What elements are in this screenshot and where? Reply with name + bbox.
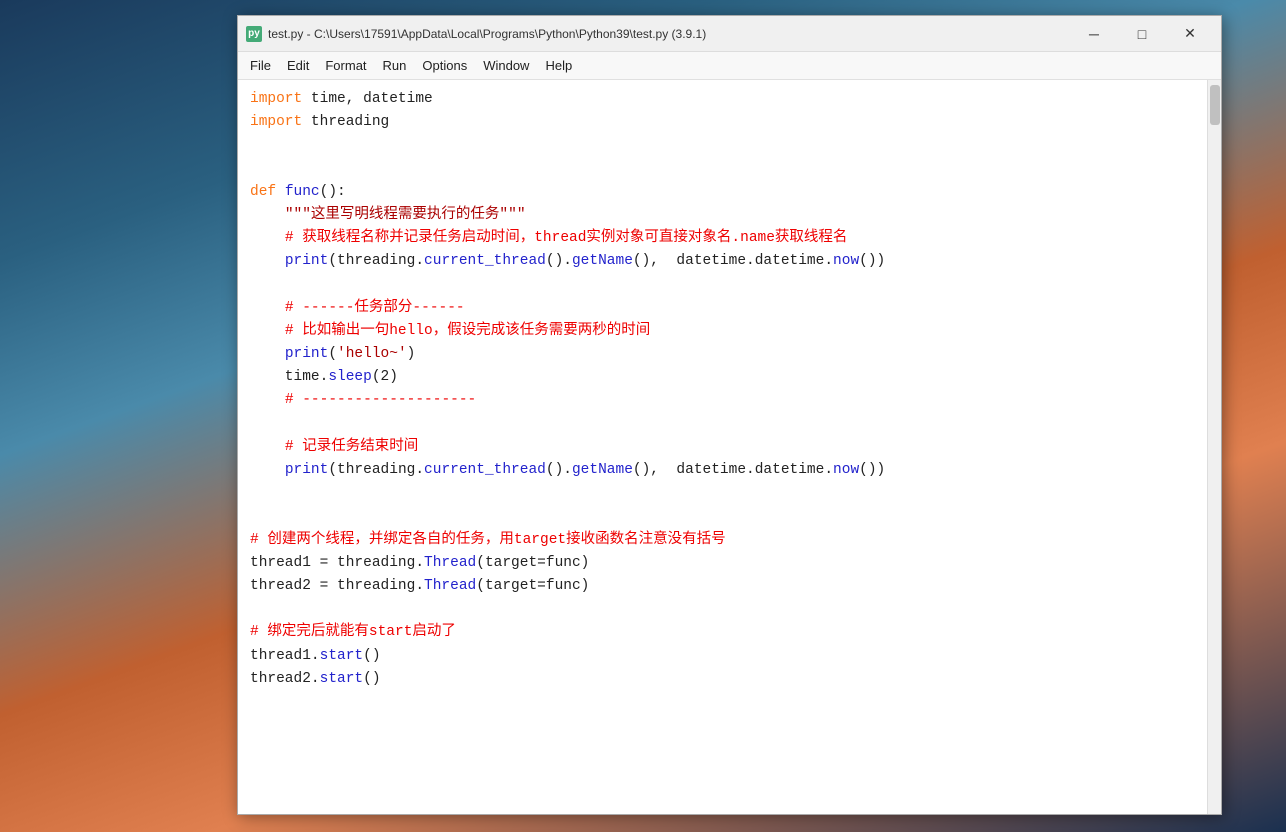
- minimize-button[interactable]: ─: [1071, 20, 1117, 48]
- line-21: thread1 = threading.Thread(target=func): [250, 552, 1195, 575]
- line-9: [250, 274, 1195, 297]
- line-26: thread2.start(): [250, 668, 1195, 691]
- title-bar: py test.py - C:\Users\17591\AppData\Loca…: [238, 16, 1221, 52]
- menu-bar: File Edit Format Run Options Window Help: [238, 52, 1221, 80]
- line-8: print(threading.current_thread().getName…: [250, 250, 1195, 273]
- line-17: print(threading.current_thread().getName…: [250, 459, 1195, 482]
- menu-window[interactable]: Window: [475, 55, 537, 76]
- menu-run[interactable]: Run: [375, 55, 415, 76]
- editor-window: py test.py - C:\Users\17591\AppData\Loca…: [237, 15, 1222, 815]
- window-controls: ─ □ ✕: [1071, 20, 1213, 48]
- line-18: [250, 482, 1195, 505]
- line-7: # 获取线程名称并记录任务启动时间，thread实例对象可直接对象名.name获…: [250, 227, 1195, 250]
- line-24: # 绑定完后就能有start启动了: [250, 621, 1195, 644]
- line-3: [250, 134, 1195, 157]
- line-6: """这里写明线程需要执行的任务""": [250, 204, 1195, 227]
- line-16: # 记录任务结束时间: [250, 436, 1195, 459]
- menu-help[interactable]: Help: [537, 55, 580, 76]
- app-icon-label: py: [248, 28, 260, 39]
- maximize-button[interactable]: □: [1119, 20, 1165, 48]
- app-icon: py: [246, 26, 262, 42]
- line-25: thread1.start(): [250, 645, 1195, 668]
- menu-file[interactable]: File: [242, 55, 279, 76]
- line-10: # ------任务部分------: [250, 297, 1195, 320]
- menu-edit[interactable]: Edit: [279, 55, 317, 76]
- scroll-thumb[interactable]: [1210, 85, 1220, 125]
- line-19: [250, 505, 1195, 528]
- line-5: def func():: [250, 181, 1195, 204]
- line-15: [250, 413, 1195, 436]
- line-20: # 创建两个线程，并绑定各自的任务，用target接收函数名注意没有括号: [250, 529, 1195, 552]
- line-2: import threading: [250, 111, 1195, 134]
- line-22: thread2 = threading.Thread(target=func): [250, 575, 1195, 598]
- line-14: # --------------------: [250, 389, 1195, 412]
- title-bar-left: py test.py - C:\Users\17591\AppData\Loca…: [246, 26, 706, 42]
- menu-options[interactable]: Options: [414, 55, 475, 76]
- vertical-scrollbar[interactable]: ▲: [1207, 80, 1221, 814]
- code-area: import time, datetime import threading d…: [238, 80, 1221, 814]
- line-1: import time, datetime: [250, 88, 1195, 111]
- line-13: time.sleep(2): [250, 366, 1195, 389]
- menu-format[interactable]: Format: [317, 55, 374, 76]
- close-button[interactable]: ✕: [1167, 20, 1213, 48]
- line-12: print('hello~'): [250, 343, 1195, 366]
- window-title: test.py - C:\Users\17591\AppData\Local\P…: [268, 27, 706, 41]
- line-4: [250, 158, 1195, 181]
- code-editor[interactable]: import time, datetime import threading d…: [238, 80, 1207, 814]
- line-11: # 比如输出一句hello，假设完成该任务需要两秒的时间: [250, 320, 1195, 343]
- line-23: [250, 598, 1195, 621]
